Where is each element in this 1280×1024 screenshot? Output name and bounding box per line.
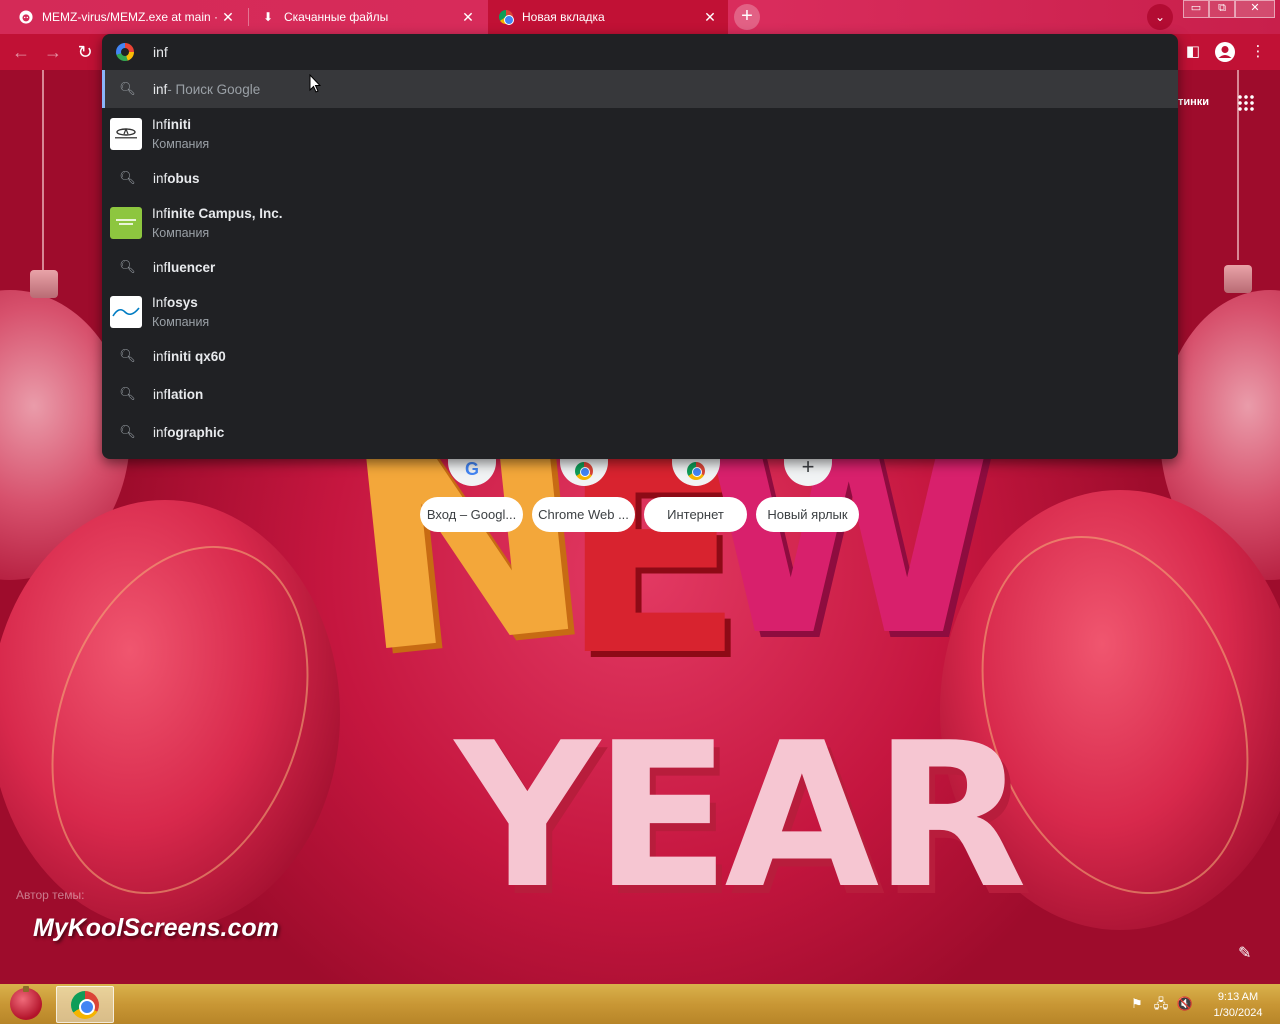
omnibox-input[interactable]: inf bbox=[153, 44, 168, 60]
suggestion-search[interactable]: 🔍︎ inf initi qx60 bbox=[102, 337, 1178, 375]
profile-avatar-icon[interactable] bbox=[1214, 41, 1236, 63]
suggestion-prefix: inf bbox=[153, 170, 168, 186]
tab-new-tab[interactable]: Новая вкладка ✕ bbox=[488, 0, 728, 34]
apps-grid-icon[interactable] bbox=[1237, 94, 1255, 112]
clock-time: 9:13 AM bbox=[1217, 991, 1259, 1003]
tab-title: MEMZ-virus/MEMZ.exe at main · Dfmaaa1/ME… bbox=[42, 10, 220, 24]
suggestion-search[interactable]: 🔍︎ inf luencer bbox=[102, 248, 1178, 286]
github-icon bbox=[18, 9, 34, 25]
theme-author-label: Автор темы: bbox=[16, 888, 85, 902]
shortcut-label-webstore[interactable]: Chrome Web ... bbox=[532, 497, 635, 532]
taskbar-chrome-button[interactable] bbox=[56, 986, 114, 1023]
tab-close-icon[interactable]: ✕ bbox=[220, 9, 236, 26]
volume-muted-icon[interactable]: 🔇 bbox=[1176, 995, 1194, 1013]
start-button-ornament-icon[interactable] bbox=[10, 986, 42, 1020]
suggestion-title-rest: inite Campus, Inc. bbox=[167, 205, 283, 221]
windows-taskbar: ⚑ 🖧 🔇 9:13 AM 1/30/2024 bbox=[0, 984, 1280, 1024]
chrome-icon bbox=[575, 462, 593, 480]
tab-title: Скачанные файлы bbox=[284, 10, 389, 24]
chrome-icon bbox=[498, 9, 514, 25]
close-window-button[interactable]: ✕ bbox=[1235, 0, 1275, 18]
ornament-string bbox=[42, 70, 44, 270]
mouse-cursor-icon bbox=[309, 73, 322, 98]
suggestion-prefix: inf bbox=[153, 348, 168, 364]
suggestion-search[interactable]: 🔍︎ inf ographic bbox=[102, 413, 1178, 451]
reload-button[interactable]: ↻ bbox=[74, 41, 96, 63]
omnibox-dropdown: inf 🔍︎ inf - Поиск Google Infiniti Компа… bbox=[102, 34, 1178, 459]
search-icon: 🔍︎ bbox=[119, 81, 136, 96]
search-icon: 🔍︎ bbox=[119, 386, 136, 401]
back-button[interactable]: ← bbox=[10, 41, 32, 63]
suggestion-search[interactable]: 🔍︎ inf obus bbox=[102, 159, 1178, 197]
suggestion-rest: luencer bbox=[167, 259, 216, 275]
suggestion-title-rest: initi bbox=[167, 116, 192, 132]
suggestion-entity-infiniti[interactable]: Infiniti Компания bbox=[102, 108, 1178, 159]
search-icon: 🔍︎ bbox=[119, 170, 136, 185]
chrome-icon bbox=[71, 990, 99, 1019]
download-icon: ⬇ bbox=[262, 10, 274, 24]
customize-pencil-icon[interactable]: ✎ bbox=[1238, 943, 1251, 963]
suggestion-title-prefix: Inf bbox=[152, 294, 168, 310]
search-icon: 🔍︎ bbox=[119, 424, 136, 439]
chrome-menu-icon[interactable]: ⋮ bbox=[1247, 41, 1269, 63]
omnibox-input-row[interactable]: inf bbox=[102, 34, 1178, 70]
tab-downloads[interactable]: ⬇ Скачанные файлы ✕ bbox=[250, 0, 486, 34]
suggestion-subtitle: Компания bbox=[152, 314, 210, 329]
infosys-logo-icon bbox=[110, 295, 142, 328]
infinite-campus-logo-icon bbox=[110, 206, 142, 239]
suggestion-title-rest: osys bbox=[167, 294, 198, 310]
suggestion-entity-infosys[interactable]: Infosys Компания bbox=[102, 286, 1178, 337]
suggestion-search-google[interactable]: 🔍︎ inf - Поиск Google bbox=[102, 70, 1178, 108]
action-center-flag-icon[interactable]: ⚑ bbox=[1128, 995, 1146, 1013]
shortcut-label-new[interactable]: Новый ярлык bbox=[756, 497, 859, 532]
infiniti-logo-icon bbox=[110, 117, 142, 150]
suggestion-suffix: - Поиск Google bbox=[167, 81, 261, 97]
system-clock[interactable]: 9:13 AM 1/30/2024 bbox=[1200, 989, 1276, 1021]
shortcut-label-google[interactable]: Вход – Googl... bbox=[420, 497, 523, 532]
side-panel-icon[interactable]: ◧ bbox=[1182, 41, 1204, 63]
suggestion-title-prefix: Inf bbox=[152, 116, 168, 132]
ntp-images-link[interactable]: тинки bbox=[1178, 96, 1209, 108]
search-icon: 🔍︎ bbox=[119, 259, 136, 274]
suggestion-text: inf bbox=[153, 81, 168, 97]
tab-close-icon[interactable]: ✕ bbox=[702, 9, 718, 26]
tab-close-icon[interactable]: ✕ bbox=[460, 9, 476, 26]
search-icon: 🔍︎ bbox=[119, 348, 136, 363]
maximize-button[interactable]: ⧉ bbox=[1209, 0, 1235, 18]
suggestion-rest: obus bbox=[167, 170, 200, 186]
clock-date: 1/30/2024 bbox=[1213, 1007, 1263, 1019]
bg-word-year: YEAR bbox=[455, 700, 1027, 933]
suggestion-rest: initi qx60 bbox=[167, 348, 226, 364]
suggestion-subtitle: Компания bbox=[152, 225, 210, 240]
tab-memz[interactable]: MEMZ-virus/MEMZ.exe at main · Dfmaaa1/ME… bbox=[8, 0, 246, 34]
suggestion-entity-infinite-campus[interactable]: Infinite Campus, Inc. Компания bbox=[102, 197, 1178, 248]
minimize-button[interactable]: ▭ bbox=[1183, 0, 1209, 18]
suggestion-rest: ographic bbox=[167, 424, 225, 440]
forward-button[interactable]: → bbox=[42, 41, 64, 63]
ornament-cap bbox=[30, 270, 58, 298]
ornament-cap bbox=[1224, 265, 1252, 293]
suggestion-subtitle: Компания bbox=[152, 136, 210, 151]
new-tab-button[interactable]: + bbox=[734, 4, 760, 30]
suggestion-rest: lation bbox=[167, 386, 204, 402]
suggestion-title-prefix: Inf bbox=[152, 205, 168, 221]
chrome-icon bbox=[687, 462, 705, 480]
theme-author-link[interactable]: MyKoolScreens.com bbox=[33, 914, 279, 943]
suggestion-prefix: inf bbox=[153, 424, 168, 440]
suggestion-prefix: inf bbox=[153, 386, 168, 402]
suggestion-search[interactable]: 🔍︎ inf lation bbox=[102, 375, 1178, 413]
network-icon[interactable]: 🖧 bbox=[1152, 995, 1170, 1013]
tab-separator bbox=[248, 8, 249, 26]
shortcut-label-internet[interactable]: Интернет bbox=[644, 497, 747, 532]
google-icon bbox=[116, 43, 134, 61]
suggestion-prefix: inf bbox=[153, 259, 168, 275]
tab-strip: MEMZ-virus/MEMZ.exe at main · Dfmaaa1/ME… bbox=[0, 0, 1280, 34]
tab-search-button[interactable]: ⌄ bbox=[1147, 4, 1173, 30]
tab-title: Новая вкладка bbox=[522, 10, 605, 24]
